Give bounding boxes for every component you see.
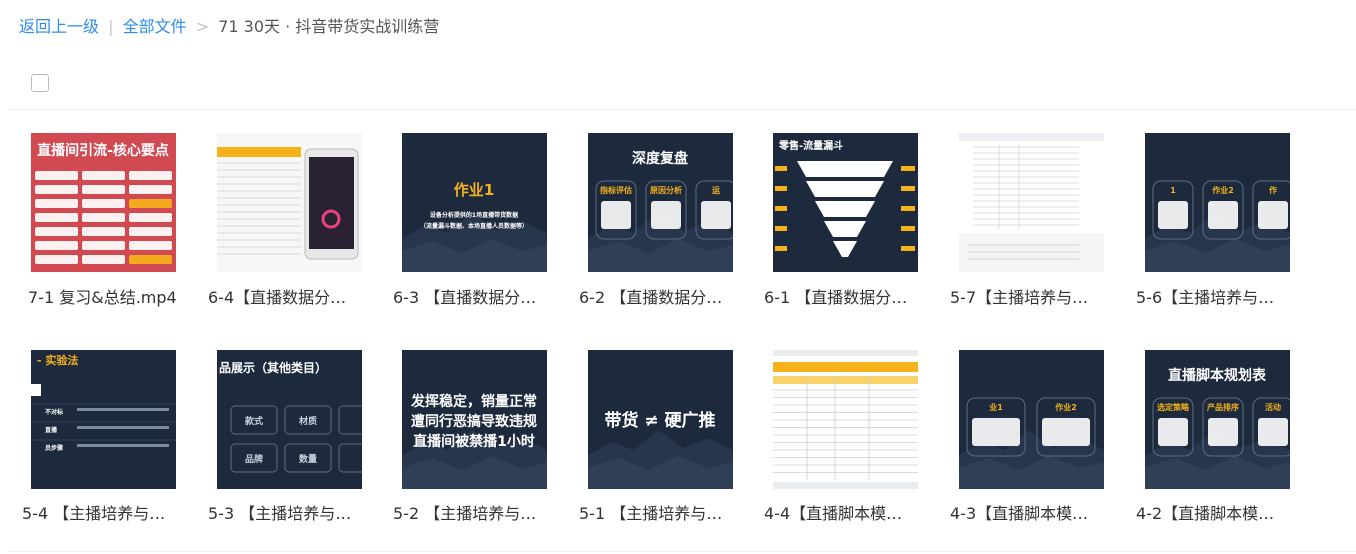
file-thumbnail[interactable]: 直播脚本规划表选定策略 产品排序 活动 — [1145, 350, 1290, 489]
file-name[interactable]: 6-2 【直播数据分… — [579, 287, 754, 309]
file-thumbnail[interactable]: - 实验法不对标直播员步骤 — [31, 350, 176, 489]
thumb-label: 产品排序 — [1207, 402, 1239, 412]
thumb-row: 不对标 — [45, 408, 63, 416]
select-all-checkbox[interactable] — [31, 74, 49, 92]
thumbnail-image: - 实验法不对标直播员步骤 — [31, 350, 176, 489]
file-thumbnail[interactable]: 品展示（其他类目） 款式 材质品牌 数量 — [217, 350, 362, 489]
thumb-label: 业1 — [989, 402, 1003, 412]
thumbnail-image: 直播脚本规划表选定策略 产品排序 活动 — [1145, 350, 1290, 489]
thumb-title: 直播间引流-核心要点 — [37, 142, 169, 159]
breadcrumb: 返回上一级 | 全部文件 > 71 30天 · 抖音带货实战训练营 — [19, 16, 439, 38]
thumbnail-image: 1 作业2 作 — [1145, 133, 1290, 272]
file-name[interactable]: 4-4【直播脚本模… — [764, 503, 939, 525]
header-divider — [8, 109, 1356, 110]
thumb-title: 深度复盘 — [632, 150, 688, 167]
file-name[interactable]: 5-4 【主播培养与… — [22, 503, 197, 525]
file-name[interactable]: 6-1 【直播数据分… — [764, 287, 939, 309]
thumb-row: 直播 — [45, 426, 58, 434]
thumb-title: 品展示（其他类目） — [219, 360, 327, 375]
file-name[interactable]: 5-6【主播培养与… — [1136, 287, 1311, 309]
file-thumbnail[interactable]: 零售-流量漏斗 — [773, 133, 918, 272]
thumb-label: 材质 — [298, 415, 317, 427]
thumb-line: 直播间被禁播1小时 — [413, 433, 535, 450]
thumb-label: 原因分析 — [650, 185, 682, 195]
thumbnail-image: 零售-流量漏斗 — [773, 133, 918, 272]
thumb-line: 发挥稳定，销量正常 — [410, 393, 537, 410]
thumbnail-image: 业1 作业2 — [959, 350, 1104, 489]
thumbnail-image: 作业1 设备分析提供的1场直播带货数据 （流量漏斗数据、本场直播人员数据等） — [402, 133, 547, 272]
thumbnail-image — [959, 133, 1104, 272]
file-thumbnail[interactable] — [959, 133, 1104, 272]
file-name[interactable]: 7-1 复习&总结.mp4 — [28, 287, 203, 309]
file-name[interactable]: 6-4【直播数据分… — [208, 287, 383, 309]
thumbnail-image — [217, 133, 362, 272]
file-thumbnail[interactable] — [217, 133, 362, 272]
thumbnail-image: 带货 ≠ 硬广推 — [588, 350, 733, 489]
file-thumbnail[interactable]: 直播间引流-核心要点 — [31, 133, 176, 272]
thumb-label: 1 — [1170, 186, 1176, 195]
thumb-label: 活动 — [1265, 402, 1281, 412]
file-name[interactable]: 4-2【直播脚本模… — [1136, 503, 1311, 525]
thumb-title: 直播脚本规划表 — [1168, 367, 1267, 384]
thumb-label: 款式 — [245, 415, 263, 427]
file-thumbnail[interactable]: 作业1 设备分析提供的1场直播带货数据 （流量漏斗数据、本场直播人员数据等） — [402, 133, 547, 272]
thumbnail-image — [773, 350, 918, 489]
thumb-label: 作业2 — [1212, 185, 1234, 195]
thumb-row: 员步骤 — [45, 444, 63, 452]
thumb-line: （流量漏斗数据、本场直播人员数据等） — [420, 222, 528, 230]
breadcrumb-divider: | — [108, 17, 114, 36]
thumb-title: 作业1 — [454, 181, 494, 199]
file-name[interactable]: 6-3 【直播数据分… — [393, 287, 568, 309]
thumb-title: - 实验法 — [37, 353, 78, 367]
all-files-link[interactable]: 全部文件 — [123, 17, 187, 36]
thumb-line: 设备分析提供的1场直播带货数据 — [430, 211, 518, 219]
thumb-label: 作 — [1269, 185, 1277, 195]
file-thumbnail[interactable]: 业1 作业2 — [959, 350, 1104, 489]
thumb-label: 指标评估 — [600, 185, 632, 195]
thumbnail-image: 深度复盘指标评估 原因分析 运 — [588, 133, 733, 272]
thumbnail-image: 品展示（其他类目） 款式 材质品牌 数量 — [217, 350, 362, 489]
thumb-line: 遭同行恶搞导致违规 — [411, 413, 537, 430]
thumb-label: 数量 — [299, 453, 317, 465]
back-link[interactable]: 返回上一级 — [19, 17, 99, 36]
file-name[interactable]: 5-7【主播培养与… — [950, 287, 1125, 309]
file-thumbnail[interactable] — [773, 350, 918, 489]
breadcrumb-arrow: > — [195, 17, 210, 36]
current-folder: 71 30天 · 抖音带货实战训练营 — [218, 17, 440, 36]
thumb-title: 零售-流量漏斗 — [778, 139, 843, 152]
file-name[interactable]: 5-3 【主播培养与… — [208, 503, 383, 525]
file-thumbnail[interactable]: 带货 ≠ 硬广推 — [588, 350, 733, 489]
thumbnail-image: 发挥稳定，销量正常遭同行恶搞导致违规直播间被禁播1小时 — [402, 350, 547, 489]
file-name[interactable]: 5-2 【主播培养与… — [393, 503, 568, 525]
thumbnail-image: 直播间引流-核心要点 — [31, 133, 176, 272]
file-name[interactable]: 4-3【直播脚本模… — [950, 503, 1125, 525]
thumb-label: 选定策略 — [1157, 402, 1190, 412]
file-name[interactable]: 5-1 【主播培养与… — [579, 503, 754, 525]
thumb-label: 品牌 — [245, 453, 263, 465]
thumb-line: 带货 ≠ 硬广推 — [604, 410, 715, 431]
footer-divider — [8, 551, 1356, 552]
thumb-label: 运 — [712, 186, 720, 195]
file-thumbnail[interactable]: 深度复盘指标评估 原因分析 运 — [588, 133, 733, 272]
thumb-label: 作业2 — [1055, 402, 1077, 412]
file-thumbnail[interactable]: 1 作业2 作 — [1145, 133, 1290, 272]
file-thumbnail[interactable]: 发挥稳定，销量正常 遭同行恶搞导致违规 直播间被禁播1小时 — [402, 350, 547, 489]
